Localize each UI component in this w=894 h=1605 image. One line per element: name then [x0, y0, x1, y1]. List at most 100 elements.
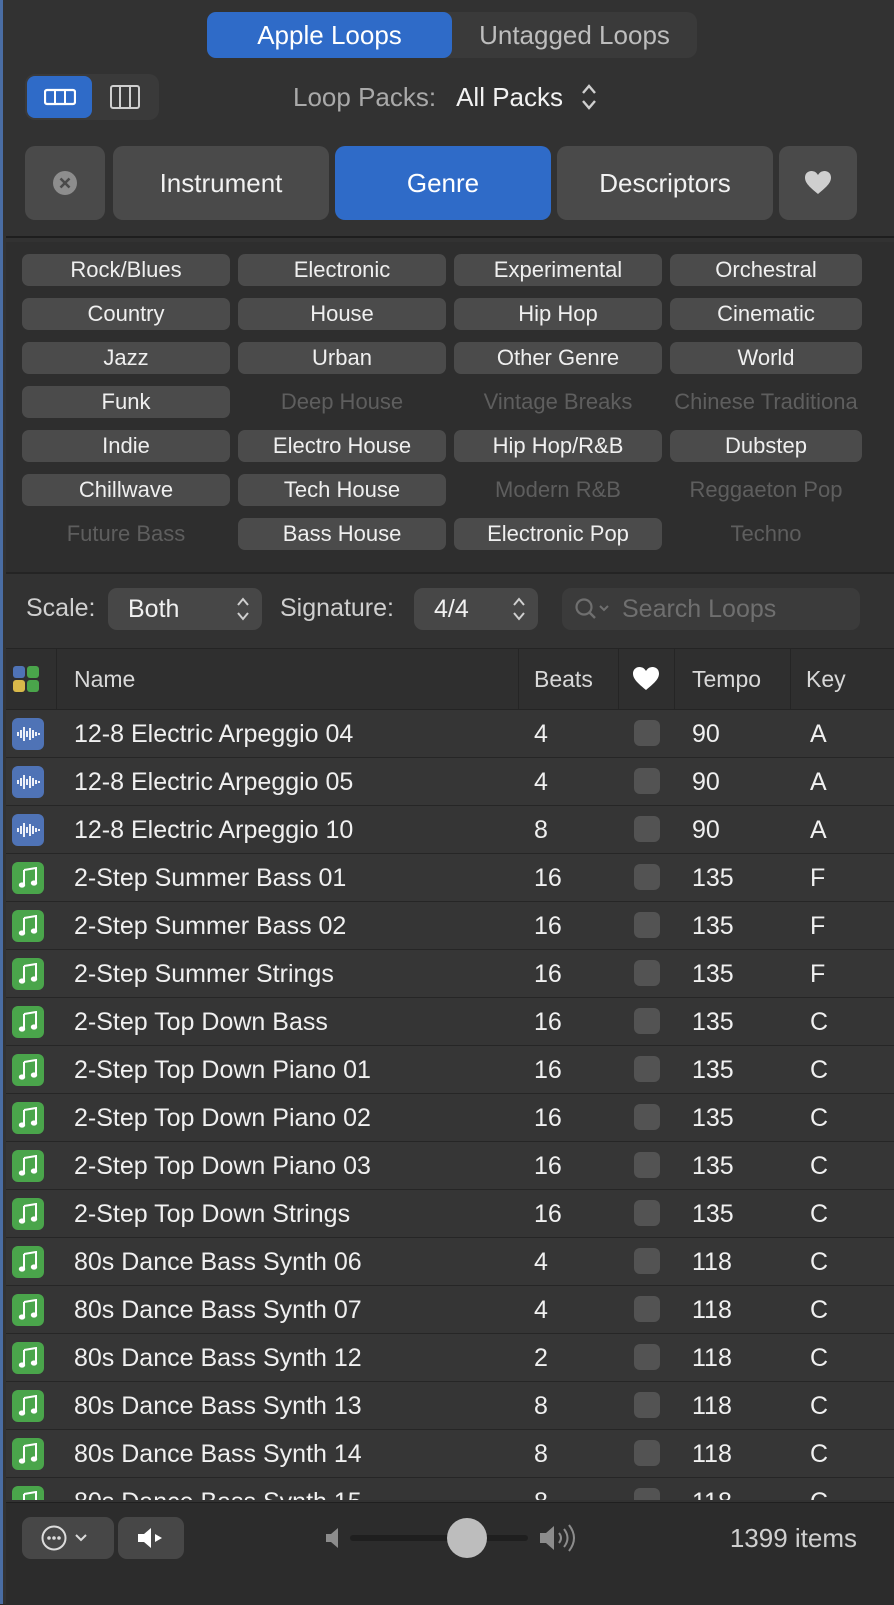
loop-name: 12-8 Electric Arpeggio 04 [74, 720, 354, 748]
loop-row[interactable]: 2-Step Top Down Piano 03 16 135 C [6, 1142, 894, 1190]
genre-keyword-button: Future Bass [66, 521, 186, 546]
favorite-checkbox[interactable] [634, 960, 660, 986]
favorite-checkbox[interactable] [634, 1008, 660, 1034]
heart-icon [633, 667, 659, 690]
genre-keyword-button[interactable]: Tech House [238, 474, 446, 506]
loop-row[interactable]: 2-Step Top Down Piano 01 16 135 C [6, 1046, 894, 1094]
genre-keyword-button[interactable]: Cinematic [670, 298, 862, 330]
tempo-column-header[interactable]: Tempo [692, 649, 761, 709]
loop-row[interactable]: 12-8 Electric Arpeggio 05 4 90 A [6, 758, 894, 806]
favorite-checkbox[interactable] [634, 720, 660, 746]
genre-keyword-button[interactable]: Dubstep [670, 430, 862, 462]
volume-slider-knob[interactable] [447, 1518, 488, 1558]
genre-keyword-button[interactable]: Indie [22, 430, 230, 462]
genre-keyword-button[interactable]: House [238, 298, 446, 330]
name-column-header[interactable]: Name [74, 649, 135, 709]
genre-keyword-button[interactable]: Country [22, 298, 230, 330]
loop-beats: 16 [534, 1056, 562, 1084]
column-view-toggle[interactable] [92, 76, 157, 118]
favorite-checkbox[interactable] [634, 1440, 660, 1466]
loop-row[interactable]: 2-Step Top Down Bass 16 135 C [6, 998, 894, 1046]
loop-packs-selector[interactable]: Loop Packs: All Packs [293, 76, 597, 118]
genre-keyword-button[interactable]: Rock/Blues [22, 254, 230, 286]
loop-name: 2-Step Summer Bass 02 [74, 912, 347, 940]
loop-beats: 16 [534, 864, 562, 892]
loop-beats: 4 [534, 1248, 548, 1276]
column-separator [56, 649, 57, 709]
preview-playback-button[interactable] [118, 1517, 184, 1559]
button-view-toggle[interactable] [27, 76, 92, 118]
favorite-checkbox[interactable] [634, 864, 660, 890]
loop-type-badge [12, 910, 44, 942]
favorite-checkbox[interactable] [634, 1344, 660, 1370]
favorite-checkbox[interactable] [634, 1056, 660, 1082]
apple-loops-tab[interactable]: Apple Loops [207, 12, 452, 58]
genre-keyword-button[interactable]: Electronic Pop [454, 518, 662, 550]
genre-keyword-button[interactable]: Bass House [238, 518, 446, 550]
genre-keyword-button[interactable]: Electro House [238, 430, 446, 462]
loop-row[interactable]: 2-Step Summer Bass 02 16 135 F [6, 902, 894, 950]
untagged-loops-tab[interactable]: Untagged Loops [452, 12, 697, 58]
loop-type-badge [12, 814, 44, 846]
loop-row[interactable]: 80s Dance Bass Synth 07 4 118 C [6, 1286, 894, 1334]
key-column-header[interactable]: Key [806, 649, 846, 709]
favorites-filter-button[interactable] [779, 146, 857, 220]
loop-row[interactable]: 2-Step Top Down Piano 02 16 135 C [6, 1094, 894, 1142]
genre-keyword-button[interactable]: Urban [238, 342, 446, 374]
table-header: Name Beats Tempo Key [6, 648, 894, 710]
search-loops-field[interactable]: Search Loops [562, 588, 860, 630]
loop-row[interactable]: 80s Dance Bass Synth 12 2 118 C [6, 1334, 894, 1382]
genre-keyword-button[interactable]: Chillwave [22, 474, 230, 506]
genre-keyword-button[interactable]: Hip Hop [454, 298, 662, 330]
genre-keyword-button[interactable]: Funk [22, 386, 230, 418]
loop-key: C [810, 1248, 829, 1276]
favorite-checkbox[interactable] [634, 816, 660, 842]
reset-filters-button[interactable] [25, 146, 105, 220]
genre-keyword-button[interactable]: Other Genre [454, 342, 662, 374]
favorite-checkbox[interactable] [634, 1200, 660, 1226]
favorite-checkbox[interactable] [634, 912, 660, 938]
category-genre[interactable]: Genre [335, 146, 551, 220]
category-descriptors[interactable]: Descriptors [557, 146, 773, 220]
loop-row[interactable]: 80s Dance Bass Synth 15 8 118 C [6, 1478, 894, 1500]
favorite-checkbox[interactable] [634, 1152, 660, 1178]
genre-keyword-button[interactable]: Experimental [454, 254, 662, 286]
loop-row[interactable]: 80s Dance Bass Synth 13 8 118 C [6, 1382, 894, 1430]
search-icon [575, 598, 609, 619]
favorite-column-header[interactable] [632, 649, 660, 709]
column-separator [674, 649, 675, 709]
genre-keyword-button[interactable]: Electronic [238, 254, 446, 286]
favorite-checkbox[interactable] [634, 1248, 660, 1274]
beats-column-header[interactable]: Beats [534, 649, 593, 709]
loop-row[interactable]: 12-8 Electric Arpeggio 10 8 90 A [6, 806, 894, 854]
genre-keyword-grid: Rock/Blues Electronic Experimental Orchestr… [6, 242, 894, 572]
loop-tempo: 118 [692, 1440, 732, 1468]
favorite-checkbox[interactable] [634, 1488, 660, 1500]
volume-slider-track[interactable] [350, 1535, 528, 1541]
loop-tempo: 118 [692, 1248, 732, 1276]
loop-type-badge [12, 862, 44, 894]
category-instrument[interactable]: Instrument [113, 146, 329, 220]
genre-keyword-button[interactable]: Hip Hop/R&B [454, 430, 662, 462]
loop-type-badge [12, 1102, 44, 1134]
favorite-checkbox[interactable] [634, 768, 660, 794]
loop-type-badge [12, 1198, 44, 1230]
favorite-checkbox[interactable] [634, 1392, 660, 1418]
loop-row[interactable]: 2-Step Top Down Strings 16 135 C [6, 1190, 894, 1238]
loop-row[interactable]: 80s Dance Bass Synth 06 4 118 C [6, 1238, 894, 1286]
loop-type-column-header[interactable] [12, 649, 40, 709]
loop-key: C [810, 1392, 829, 1420]
signature-popup[interactable]: 4/4 [414, 588, 538, 630]
loop-row[interactable]: 80s Dance Bass Synth 14 8 118 C [6, 1430, 894, 1478]
more-actions-button[interactable] [22, 1517, 114, 1559]
scale-value: Both [128, 594, 180, 623]
loop-row[interactable]: 2-Step Summer Bass 01 16 135 F [6, 854, 894, 902]
genre-keyword-button[interactable]: World [670, 342, 862, 374]
favorite-checkbox[interactable] [634, 1104, 660, 1130]
scale-popup[interactable]: Both [108, 588, 262, 630]
loop-row[interactable]: 12-8 Electric Arpeggio 04 4 90 A [6, 710, 894, 758]
loop-row[interactable]: 2-Step Summer Strings 16 135 F [6, 950, 894, 998]
genre-keyword-button[interactable]: Orchestral [670, 254, 862, 286]
favorite-checkbox[interactable] [634, 1296, 660, 1322]
genre-keyword-button[interactable]: Jazz [22, 342, 230, 374]
